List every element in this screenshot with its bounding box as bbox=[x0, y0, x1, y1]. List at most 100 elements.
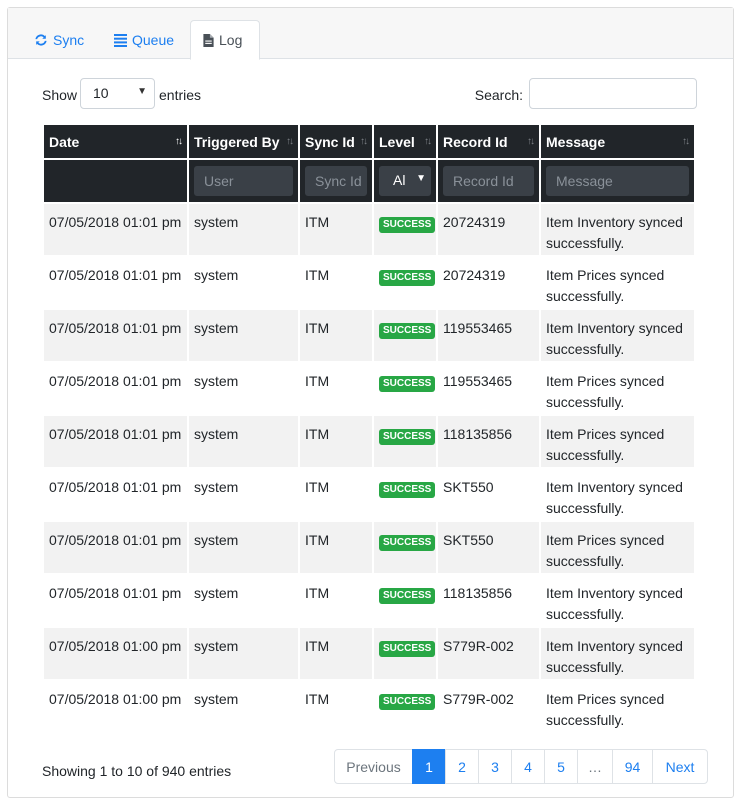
cell-sync-id: ITM bbox=[300, 414, 374, 467]
status-badge: SUCCESS bbox=[379, 270, 436, 286]
cell-sync-id: ITM bbox=[300, 573, 374, 626]
filter-user-input[interactable]: User bbox=[194, 166, 293, 196]
cell-level: SUCCESS bbox=[374, 202, 438, 255]
cell-sync-id: ITM bbox=[300, 626, 374, 679]
filter-cell-date bbox=[44, 158, 189, 202]
entries-length-value: 10 bbox=[93, 85, 109, 101]
page-3-button[interactable]: 3 bbox=[478, 749, 512, 784]
page-1-button[interactable]: 1 bbox=[412, 749, 446, 784]
status-badge: SUCCESS bbox=[379, 376, 436, 392]
filter-message-input[interactable]: Message bbox=[546, 166, 689, 196]
table-row: 07/05/2018 01:00 pm system ITM SUCCESS S779R… bbox=[44, 626, 696, 679]
cell-level: SUCCESS bbox=[374, 255, 438, 308]
cell-triggered-by: system bbox=[189, 467, 300, 520]
cell-record-id: 20724319 bbox=[438, 255, 541, 308]
cell-date: 07/05/2018 01:01 pm bbox=[44, 414, 189, 467]
log-table: Date ↑↓ Triggered By ↑↓ Sync Id ↑↓ Level ↑↓ … bbox=[44, 125, 696, 732]
status-badge: SUCCESS bbox=[379, 535, 436, 551]
column-label: Sync Id bbox=[305, 133, 355, 150]
cell-triggered-by: system bbox=[189, 414, 300, 467]
cell-message: Item Inventory synced successfully. bbox=[541, 467, 696, 520]
caret-down-icon: ▼ bbox=[416, 173, 426, 184]
cell-triggered-by: system bbox=[189, 308, 300, 361]
page-94-button[interactable]: 94 bbox=[612, 749, 653, 784]
column-header-sync-id[interactable]: Sync Id ↑↓ bbox=[300, 125, 374, 158]
cell-sync-id: ITM bbox=[300, 520, 374, 573]
cell-message: Item Prices synced successfully. bbox=[541, 520, 696, 573]
cell-date: 07/05/2018 01:01 pm bbox=[44, 520, 189, 573]
column-label: Record Id bbox=[443, 133, 508, 150]
cell-date: 07/05/2018 01:01 pm bbox=[44, 467, 189, 520]
cell-triggered-by: system bbox=[189, 361, 300, 414]
table-info: Showing 1 to 10 of 940 entries bbox=[42, 763, 232, 779]
table-row: 07/05/2018 01:01 pm system ITM SUCCESS 11955… bbox=[44, 308, 696, 361]
sync-icon bbox=[34, 33, 48, 47]
cell-message: Item Inventory synced successfully. bbox=[541, 626, 696, 679]
cell-date: 07/05/2018 01:01 pm bbox=[44, 308, 189, 361]
cell-date: 07/05/2018 01:01 pm bbox=[44, 255, 189, 308]
previous-page-button[interactable]: Previous bbox=[334, 749, 413, 784]
cell-sync-id: ITM bbox=[300, 467, 374, 520]
cell-message: Item Inventory synced successfully. bbox=[541, 573, 696, 626]
column-label: Triggered By bbox=[194, 133, 280, 150]
page-4-button[interactable]: 4 bbox=[511, 749, 545, 784]
cell-sync-id: ITM bbox=[300, 202, 374, 255]
sort-desc-icon: ↑↓ bbox=[175, 136, 183, 147]
column-header-date[interactable]: Date ↑↓ bbox=[44, 125, 189, 158]
tab-sync-label: Sync bbox=[53, 32, 85, 48]
sort-icon: ↑↓ bbox=[360, 136, 368, 147]
table-row: 07/05/2018 01:01 pm system ITM SUCCESS 20724… bbox=[44, 202, 696, 255]
column-header-record-id[interactable]: Record Id ↑↓ bbox=[438, 125, 541, 158]
cell-triggered-by: system bbox=[189, 573, 300, 626]
tab-log[interactable]: Log bbox=[190, 20, 260, 60]
cell-level: SUCCESS bbox=[374, 467, 438, 520]
list-icon bbox=[114, 33, 127, 47]
cell-message: Item Prices synced successfully. bbox=[541, 255, 696, 308]
cell-message: Item Prices synced successfully. bbox=[541, 361, 696, 414]
cell-record-id: SKT550 bbox=[438, 520, 541, 573]
column-header-triggered-by[interactable]: Triggered By ↑↓ bbox=[189, 125, 300, 158]
search-label: Search: bbox=[474, 87, 523, 103]
cell-level: SUCCESS bbox=[374, 573, 438, 626]
filter-sync-id-input[interactable]: Sync Id bbox=[305, 166, 367, 196]
sort-icon: ↑↓ bbox=[682, 136, 690, 147]
cell-triggered-by: system bbox=[189, 202, 300, 255]
page-5-button[interactable]: 5 bbox=[544, 749, 578, 784]
search-input[interactable] bbox=[529, 78, 697, 109]
column-label: Message bbox=[546, 133, 606, 150]
table-row: 07/05/2018 01:01 pm system ITM SUCCESS 11955… bbox=[44, 361, 696, 414]
sort-icon: ↑↓ bbox=[527, 136, 535, 147]
cell-sync-id: ITM bbox=[300, 308, 374, 361]
cell-record-id: 118135856 bbox=[438, 573, 541, 626]
filter-record-id-input[interactable]: Record Id bbox=[443, 166, 534, 196]
pagination: Previous 1 2 3 4 5 … 94 Next bbox=[334, 749, 708, 784]
cell-message: Item Inventory synced successfully. bbox=[541, 308, 696, 361]
status-badge: SUCCESS bbox=[379, 588, 436, 604]
cell-triggered-by: system bbox=[189, 520, 300, 573]
cell-sync-id: ITM bbox=[300, 255, 374, 308]
next-page-button[interactable]: Next bbox=[652, 749, 708, 784]
sort-icon: ↑↓ bbox=[424, 136, 432, 147]
column-label: Level bbox=[379, 133, 415, 150]
tab-queue[interactable]: Queue bbox=[102, 20, 182, 60]
table-row: 07/05/2018 01:01 pm system ITM SUCCESS SKT55… bbox=[44, 520, 696, 573]
cell-record-id: 20724319 bbox=[438, 202, 541, 255]
log-card: Sync Queue Log Show 10 ▼ entries Search: bbox=[7, 7, 734, 798]
status-badge: SUCCESS bbox=[379, 217, 436, 233]
table-row: 07/05/2018 01:01 pm system ITM SUCCESS 20724… bbox=[44, 255, 696, 308]
show-label: Show bbox=[42, 87, 78, 103]
tab-bar: Sync Queue Log bbox=[8, 8, 733, 60]
cell-triggered-by: system bbox=[189, 255, 300, 308]
table-controls: Show 10 ▼ entries Search: bbox=[42, 78, 697, 110]
cell-triggered-by: system bbox=[189, 626, 300, 679]
column-header-message[interactable]: Message ↑↓ bbox=[541, 125, 696, 158]
cell-record-id: SKT550 bbox=[438, 467, 541, 520]
filter-level-select[interactable]: Al ▼ bbox=[379, 166, 431, 196]
page-2-button[interactable]: 2 bbox=[445, 749, 479, 784]
cell-record-id: S779R-002 bbox=[438, 626, 541, 679]
entries-length-select[interactable]: 10 ▼ bbox=[80, 78, 155, 109]
cell-sync-id: ITM bbox=[300, 361, 374, 414]
cell-date: 07/05/2018 01:01 pm bbox=[44, 202, 189, 255]
column-header-level[interactable]: Level ↑↓ bbox=[374, 125, 438, 158]
tab-sync[interactable]: Sync bbox=[22, 20, 94, 60]
